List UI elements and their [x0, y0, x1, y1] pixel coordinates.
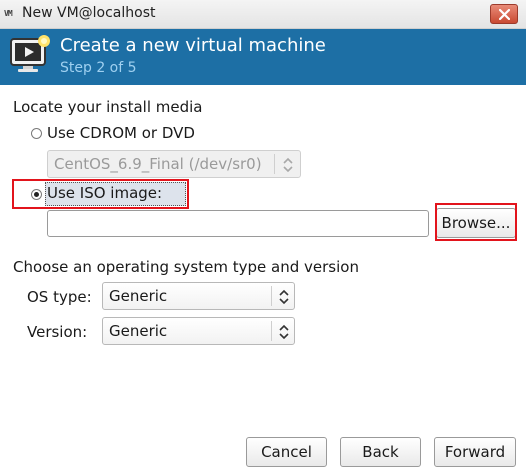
- os-type-label: OS type:: [27, 288, 92, 306]
- vm-app-icon: VM: [4, 9, 13, 18]
- version-label: Version:: [27, 323, 88, 341]
- cdrom-device-select: CentOS_6.9_Final (/dev/sr0): [47, 150, 301, 178]
- version-value: Generic: [109, 322, 168, 340]
- header-banner: Create a new virtual machine Step 2 of 5: [0, 29, 526, 85]
- close-icon: [499, 9, 510, 20]
- iso-radio[interactable]: [31, 189, 42, 200]
- cancel-button[interactable]: Cancel: [246, 437, 327, 467]
- up-down-arrows-icon: [279, 289, 289, 305]
- title-bar: VM New VM@localhost: [0, 0, 526, 29]
- os-heading: Choose an operating system type and vers…: [13, 258, 359, 276]
- version-select[interactable]: Generic: [102, 317, 295, 345]
- iso-radio-label[interactable]: Use ISO image:: [47, 184, 162, 202]
- cdrom-radio[interactable]: [31, 128, 42, 139]
- page-title: Create a new virtual machine: [60, 35, 326, 56]
- monitor-play-icon: [10, 35, 50, 72]
- browse-button[interactable]: Browse...: [436, 208, 516, 238]
- os-type-value: Generic: [109, 287, 168, 305]
- iso-path-combo[interactable]: [47, 210, 469, 237]
- forward-button[interactable]: Forward: [434, 437, 516, 467]
- back-button[interactable]: Back: [340, 437, 421, 467]
- step-indicator: Step 2 of 5: [60, 60, 137, 76]
- close-button[interactable]: [490, 4, 518, 24]
- os-type-select[interactable]: Generic: [102, 282, 295, 310]
- up-down-arrows-icon: [279, 324, 289, 340]
- cdrom-radio-label[interactable]: Use CDROM or DVD: [47, 124, 195, 142]
- up-down-arrows-icon: [283, 157, 293, 173]
- iso-path-input[interactable]: [48, 211, 398, 236]
- cdrom-device-value: CentOS_6.9_Final (/dev/sr0): [54, 155, 262, 173]
- window-title: New VM@localhost: [22, 5, 156, 21]
- install-media-heading: Locate your install media: [13, 98, 203, 116]
